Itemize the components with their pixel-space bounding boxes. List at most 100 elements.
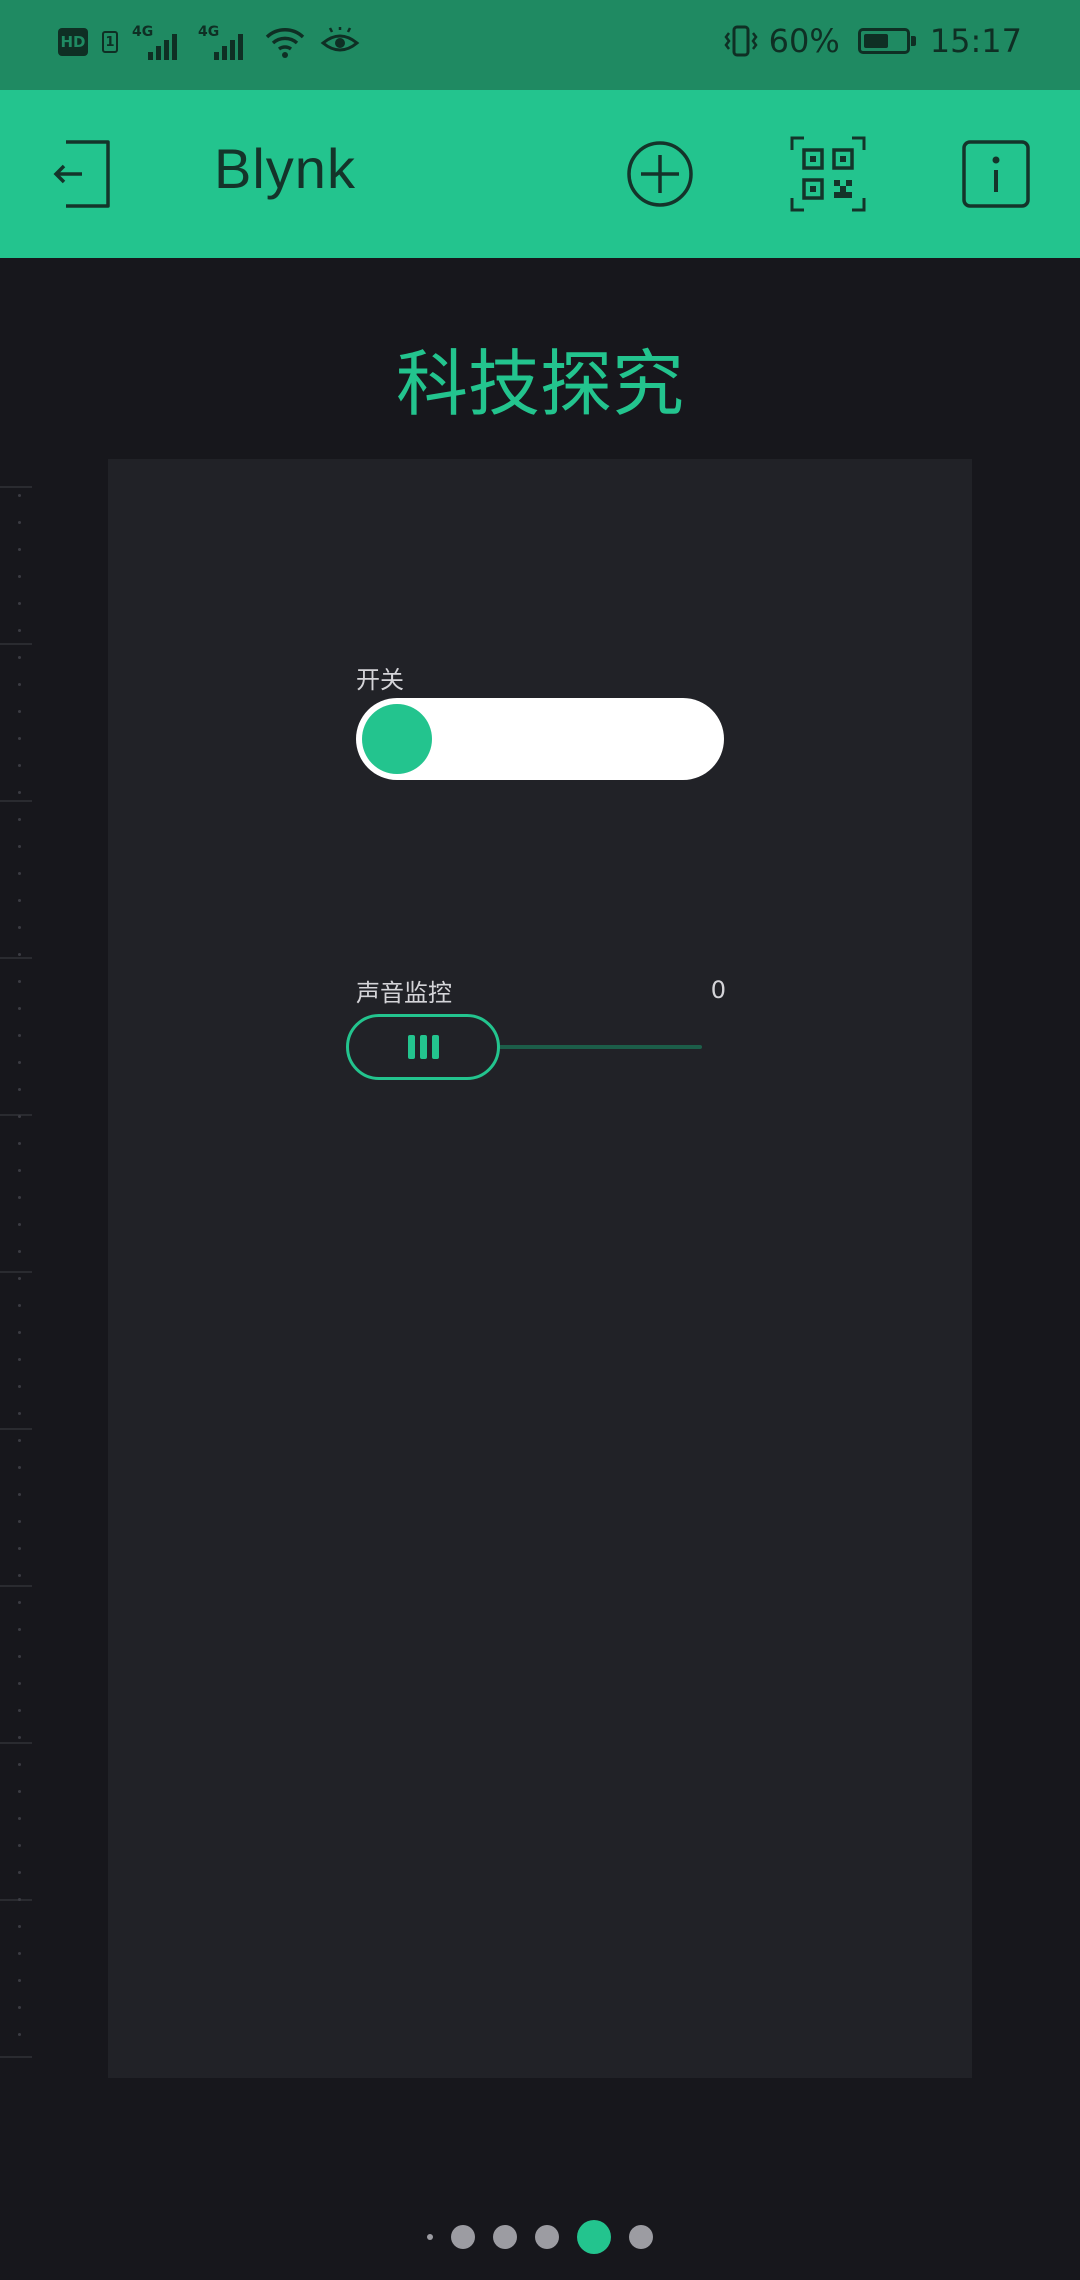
page-dot[interactable]: [629, 2225, 653, 2249]
page-dot[interactable]: [427, 2234, 433, 2240]
rail-dot: [18, 1115, 21, 1118]
rail-dot: [18, 818, 21, 821]
previous-page-edge[interactable]: [0, 486, 32, 2058]
qr-share-button[interactable]: [790, 136, 866, 212]
rail-divider: [0, 1114, 32, 1266]
signal-strength-icon-2: 4G: [198, 24, 250, 60]
rail-dot: [18, 1439, 21, 1442]
rail-dot: [18, 575, 21, 578]
rail-divider: [0, 643, 32, 795]
rail-dot: [18, 1952, 21, 1955]
rail-dot: [18, 1007, 21, 1010]
rail-dot: [18, 899, 21, 902]
rail-dot: [18, 710, 21, 713]
exit-icon: [53, 140, 110, 208]
battery-percent: 60%: [768, 22, 840, 60]
wifi-icon: [265, 28, 305, 58]
rail-dot: [18, 683, 21, 686]
rail-dot: [18, 980, 21, 983]
qr-code-icon: [790, 136, 866, 212]
rail-dot: [18, 1979, 21, 1982]
page-dot[interactable]: [451, 2225, 475, 2249]
hd-voice-badge: HD: [58, 28, 88, 56]
rail-dot: [18, 926, 21, 929]
clock-time: 15:17: [929, 22, 1022, 60]
rail-dot: [18, 1763, 21, 1766]
rail-dot: [18, 1682, 21, 1685]
status-bar: HD 1 4G 4G 60% 15:17: [0, 0, 1080, 90]
rail-dot: [18, 1898, 21, 1901]
rail-dot: [18, 1655, 21, 1658]
rail-divider: [0, 1585, 32, 1737]
rail-divider: [0, 1271, 32, 1423]
rail-dot: [18, 1142, 21, 1145]
rail-dot: [18, 548, 21, 551]
slider-label: 声音监控: [356, 979, 452, 1007]
rail-dot: [18, 764, 21, 767]
page-dot[interactable]: [493, 2225, 517, 2249]
switch-knob: [362, 704, 432, 774]
project-title: 科技探究: [395, 342, 684, 426]
rail-divider: [0, 1742, 32, 1894]
rail-dot: [18, 1196, 21, 1199]
slider-handle[interactable]: [346, 1014, 500, 1080]
add-circle-icon: [627, 141, 693, 207]
rail-dot: [18, 1547, 21, 1550]
battery-icon: [857, 28, 916, 54]
rail-dot: [18, 1871, 21, 1874]
rail-divider: [0, 2056, 32, 2208]
rail-dot: [18, 1574, 21, 1577]
app-title: Blynk: [214, 137, 356, 200]
rail-dot: [18, 737, 21, 740]
rail-dot: [18, 1358, 21, 1361]
add-widget-button[interactable]: [626, 140, 694, 208]
rail-dot: [18, 1034, 21, 1037]
rail-dot: [18, 1844, 21, 1847]
slider-track[interactable]: [498, 1045, 702, 1049]
page-indicator[interactable]: [0, 2220, 1080, 2254]
rail-dot: [18, 1520, 21, 1523]
rail-dot: [18, 1223, 21, 1226]
status-right-group: 60% 15:17: [723, 22, 1022, 60]
page-dot[interactable]: [535, 2225, 559, 2249]
rail-dot: [18, 494, 21, 497]
rail-divider: [0, 1428, 32, 1580]
rail-dot: [18, 602, 21, 605]
rail-dot: [18, 1466, 21, 1469]
rail-dot: [18, 1385, 21, 1388]
rail-divider: [0, 1899, 32, 2051]
exit-button[interactable]: [52, 138, 114, 210]
rail-dot: [18, 1304, 21, 1307]
rail-dot: [18, 1493, 21, 1496]
rail-dot: [18, 1277, 21, 1280]
switch-label: 开关: [356, 666, 404, 694]
rail-divider: [0, 957, 32, 1109]
rail-dot: [18, 953, 21, 956]
rail-dot: [18, 2006, 21, 2009]
rail-divider: [0, 486, 32, 638]
grip-line: [431, 1035, 439, 1059]
rail-dot: [18, 2033, 21, 2036]
rail-dot: [18, 1169, 21, 1172]
toggle-switch[interactable]: [356, 698, 724, 780]
app-bar: Blynk: [0, 90, 1080, 258]
rail-dot: [18, 1601, 21, 1604]
rail-dot: [18, 1817, 21, 1820]
page-dot-active[interactable]: [577, 2220, 611, 2254]
rail-dot: [18, 521, 21, 524]
project-info-button[interactable]: [962, 140, 1030, 208]
grip-line: [419, 1035, 427, 1059]
rail-dot: [18, 1331, 21, 1334]
rail-dot: [18, 1628, 21, 1631]
rail-dot: [18, 845, 21, 848]
eye-comfort-icon: [320, 27, 360, 52]
rail-dot: [18, 1088, 21, 1091]
rail-dot: [18, 1736, 21, 1739]
signal-strength-icon: 4G: [132, 24, 184, 60]
rail-dot: [18, 1790, 21, 1793]
info-icon: [962, 140, 1030, 208]
rail-dot: [18, 1250, 21, 1253]
rail-dot: [18, 1709, 21, 1712]
rail-dot: [18, 1925, 21, 1928]
rail-dot: [18, 656, 21, 659]
